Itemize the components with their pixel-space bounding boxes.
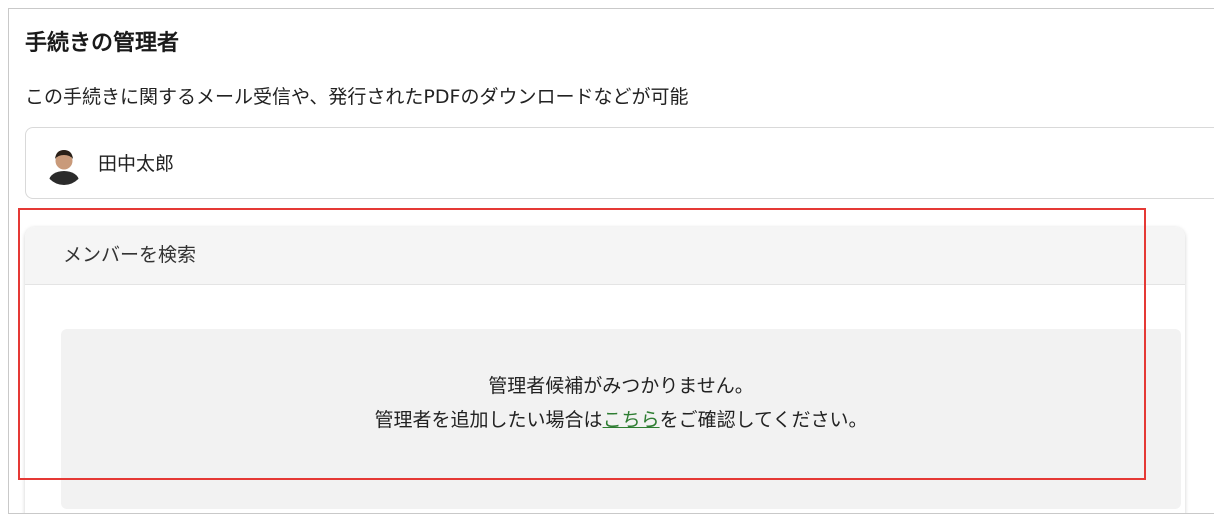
- help-text-suffix: をご確認してください。: [659, 409, 868, 431]
- user-avatar-icon: [44, 145, 84, 185]
- help-link[interactable]: こちら: [603, 409, 660, 431]
- admin-section-frame: 手続きの管理者 この手続きに関するメール受信や、発行されたPDFのダウンロードな…: [8, 8, 1214, 514]
- help-text-prefix: 管理者を追加したい場合は: [374, 409, 603, 431]
- section-title: 手続きの管理者: [25, 31, 180, 56]
- manager-name: 田中太郎: [98, 153, 175, 175]
- empty-state-box: 管理者候補がみつかりません。 管理者を追加したい場合はこちらをご確認してください…: [61, 329, 1181, 509]
- current-manager-card: 田中太郎: [25, 127, 1214, 199]
- section-description: この手続きに関するメール受信や、発行されたPDFのダウンロードなどが可能: [25, 86, 689, 108]
- member-search-panel: メンバーを検索 管理者候補がみつかりません。 管理者を追加したい場合はこちらをご…: [25, 227, 1185, 513]
- empty-state-message: 管理者候補がみつかりません。: [488, 375, 754, 397]
- empty-state-help: 管理者を追加したい場合はこちらをご確認してください。: [61, 405, 1181, 435]
- member-search-label: メンバーを検索: [63, 244, 197, 266]
- member-search-header[interactable]: メンバーを検索: [25, 227, 1185, 285]
